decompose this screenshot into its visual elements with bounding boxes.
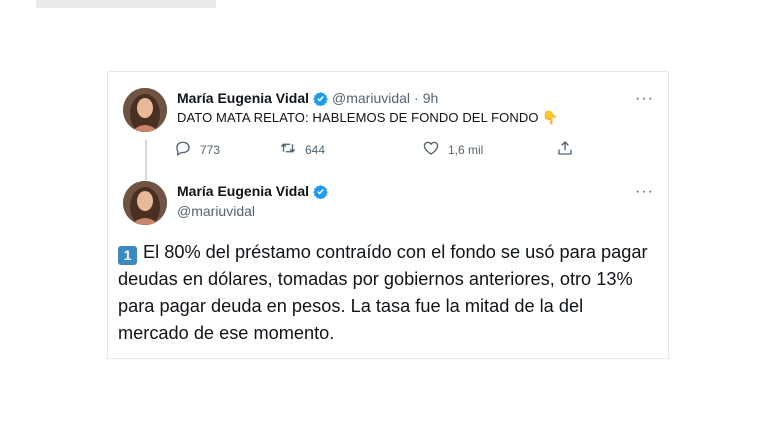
- heart-icon: [422, 139, 440, 160]
- avatar[interactable]: [123, 181, 167, 225]
- tweet-card: María Eugenia Vidal @mariuvidal · 9h ···…: [107, 71, 669, 359]
- author-name[interactable]: María Eugenia Vidal: [177, 90, 309, 106]
- like-count: 1,6 mil: [448, 142, 484, 157]
- author-handle[interactable]: @mariuvidal: [177, 203, 255, 219]
- verified-badge-icon: [313, 91, 328, 106]
- tweet1-header: María Eugenia Vidal @mariuvidal · 9h: [177, 90, 438, 106]
- author-name[interactable]: María Eugenia Vidal: [177, 183, 309, 199]
- tweet2-header: María Eugenia Vidal: [177, 183, 328, 199]
- more-icon[interactable]: ···: [635, 91, 654, 107]
- tweet1-actions: 773 644 1,6 mil: [174, 139, 594, 159]
- like-button[interactable]: 1,6 mil: [422, 139, 483, 160]
- verified-badge-icon: [313, 184, 328, 199]
- tweet1-text: DATO MATA RELATO: HABLEMOS DE FONDO DEL …: [177, 110, 559, 126]
- separator-dot: ·: [414, 90, 419, 106]
- reply-button[interactable]: 773: [174, 139, 220, 160]
- pointing-down-emoji: 👇: [542, 110, 559, 125]
- reply-count: 773: [200, 142, 221, 157]
- share-button[interactable]: [556, 139, 574, 160]
- avatar[interactable]: [123, 88, 167, 132]
- thread-line: [145, 140, 147, 180]
- reply-icon: [174, 139, 192, 160]
- keycap-one-emoji: 1: [118, 246, 137, 265]
- tweet-time[interactable]: 9h: [423, 90, 439, 106]
- tweet1-body: DATO MATA RELATO: HABLEMOS DE FONDO DEL …: [177, 110, 539, 125]
- retweet-count: 644: [305, 142, 326, 157]
- tweet2-body: El 80% del préstamo contraído con el fon…: [118, 242, 648, 343]
- more-icon[interactable]: ···: [635, 184, 654, 200]
- retweet-icon: [279, 139, 297, 160]
- author-handle[interactable]: @mariuvidal: [332, 90, 410, 106]
- top-edge-bar: [36, 0, 216, 8]
- share-icon: [556, 139, 574, 160]
- tweet2-text: 1 El 80% del préstamo contraído con el fo…: [118, 239, 653, 347]
- retweet-button[interactable]: 644: [279, 139, 325, 160]
